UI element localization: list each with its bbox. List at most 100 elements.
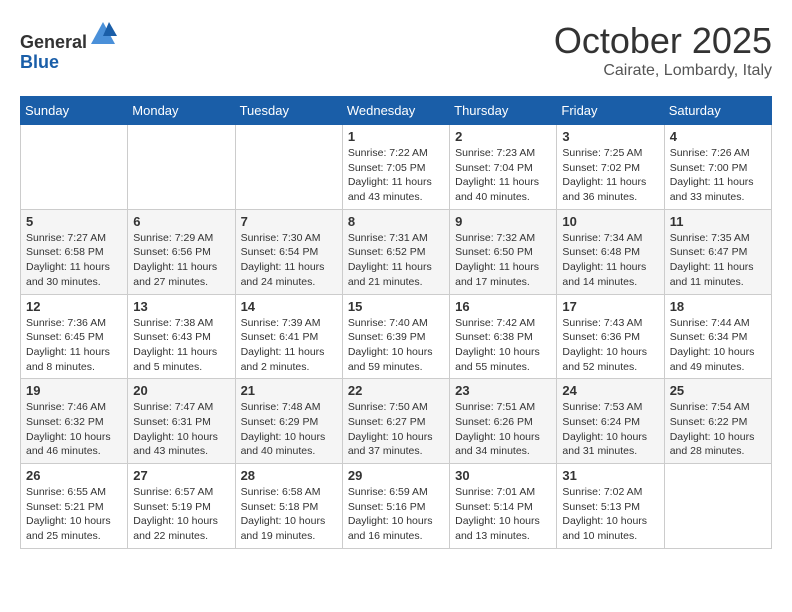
- day-number: 30: [455, 468, 551, 483]
- day-number: 19: [26, 383, 122, 398]
- day-info: Sunrise: 7:53 AM Sunset: 6:24 PM Dayligh…: [562, 400, 658, 459]
- calendar-week-row: 1 Sunrise: 7:22 AM Sunset: 7:05 PM Daylig…: [21, 125, 772, 210]
- day-info: Sunrise: 7:34 AM Sunset: 6:48 PM Dayligh…: [562, 231, 658, 290]
- calendar-weekday-header: Saturday: [664, 97, 771, 125]
- calendar-cell: 19 Sunrise: 7:46 AM Sunset: 6:32 PM Dayli…: [21, 379, 128, 464]
- calendar-cell: [128, 125, 235, 210]
- day-info: Sunrise: 6:59 AM Sunset: 5:16 PM Dayligh…: [348, 485, 444, 544]
- day-number: 4: [670, 129, 766, 144]
- day-number: 15: [348, 299, 444, 314]
- day-info: Sunrise: 7:42 AM Sunset: 6:38 PM Dayligh…: [455, 316, 551, 375]
- day-number: 25: [670, 383, 766, 398]
- calendar-cell: 20Sunrise: 7:47 AM Sunset: 6:31 PM Dayli…: [128, 379, 235, 464]
- calendar-table: SundayMondayTuesdayWednesdayThursdayFrid…: [20, 96, 772, 549]
- day-info: Sunrise: 7:01 AM Sunset: 5:14 PM Dayligh…: [455, 485, 551, 544]
- day-info: Sunrise: 7:22 AM Sunset: 7:05 PM Dayligh…: [348, 146, 444, 205]
- calendar-cell: [664, 464, 771, 549]
- calendar-cell: 24Sunrise: 7:53 AM Sunset: 6:24 PM Dayli…: [557, 379, 664, 464]
- day-number: 6: [133, 214, 229, 229]
- day-info: Sunrise: 7:35 AM Sunset: 6:47 PM Dayligh…: [670, 231, 766, 290]
- day-number: 28: [241, 468, 337, 483]
- day-number: 29: [348, 468, 444, 483]
- month-title: October 2025: [554, 20, 772, 62]
- day-info: Sunrise: 6:55 AM Sunset: 5:21 PM Dayligh…: [26, 485, 122, 544]
- calendar-cell: 29 Sunrise: 6:59 AM Sunset: 5:16 PM Dayli…: [342, 464, 449, 549]
- calendar-cell: 4 Sunrise: 7:26 AM Sunset: 7:00 PM Daylig…: [664, 125, 771, 210]
- day-number: 14: [241, 299, 337, 314]
- day-info: Sunrise: 7:44 AM Sunset: 6:34 PM Dayligh…: [670, 316, 766, 375]
- calendar-cell: 12 Sunrise: 7:36 AM Sunset: 6:45 PM Dayli…: [21, 294, 128, 379]
- calendar-cell: 7Sunrise: 7:30 AM Sunset: 6:54 PM Daylig…: [235, 209, 342, 294]
- calendar-weekday-header: Sunday: [21, 97, 128, 125]
- day-info: Sunrise: 7:51 AM Sunset: 6:26 PM Dayligh…: [455, 400, 551, 459]
- logo-general-text: General: [20, 32, 87, 52]
- day-number: 10: [562, 214, 658, 229]
- day-info: Sunrise: 7:43 AM Sunset: 6:36 PM Dayligh…: [562, 316, 658, 375]
- calendar-week-row: 5 Sunrise: 7:27 AM Sunset: 6:58 PM Daylig…: [21, 209, 772, 294]
- day-info: Sunrise: 7:36 AM Sunset: 6:45 PM Dayligh…: [26, 316, 122, 375]
- calendar-cell: [21, 125, 128, 210]
- calendar-cell: 8Sunrise: 7:31 AM Sunset: 6:52 PM Daylig…: [342, 209, 449, 294]
- day-info: Sunrise: 7:25 AM Sunset: 7:02 PM Dayligh…: [562, 146, 658, 205]
- day-number: 17: [562, 299, 658, 314]
- calendar-cell: 15 Sunrise: 7:40 AM Sunset: 6:39 PM Dayli…: [342, 294, 449, 379]
- day-number: 12: [26, 299, 122, 314]
- day-number: 27: [133, 468, 229, 483]
- calendar-cell: 21 Sunrise: 7:48 AM Sunset: 6:29 PM Dayli…: [235, 379, 342, 464]
- day-number: 11: [670, 214, 766, 229]
- calendar-week-row: 26 Sunrise: 6:55 AM Sunset: 5:21 PM Dayli…: [21, 464, 772, 549]
- day-number: 13: [133, 299, 229, 314]
- calendar-weekday-header: Monday: [128, 97, 235, 125]
- calendar-week-row: 12 Sunrise: 7:36 AM Sunset: 6:45 PM Dayli…: [21, 294, 772, 379]
- calendar-cell: 2Sunrise: 7:23 AM Sunset: 7:04 PM Daylig…: [450, 125, 557, 210]
- day-info: Sunrise: 6:57 AM Sunset: 5:19 PM Dayligh…: [133, 485, 229, 544]
- day-info: Sunrise: 7:39 AM Sunset: 6:41 PM Dayligh…: [241, 316, 337, 375]
- logo-icon: [89, 20, 117, 48]
- location-text: Cairate, Lombardy, Italy: [554, 62, 772, 80]
- day-number: 18: [670, 299, 766, 314]
- day-info: Sunrise: 7:30 AM Sunset: 6:54 PM Dayligh…: [241, 231, 337, 290]
- day-info: Sunrise: 7:23 AM Sunset: 7:04 PM Dayligh…: [455, 146, 551, 205]
- calendar-cell: 18 Sunrise: 7:44 AM Sunset: 6:34 PM Dayli…: [664, 294, 771, 379]
- day-info: Sunrise: 7:50 AM Sunset: 6:27 PM Dayligh…: [348, 400, 444, 459]
- calendar-cell: 11 Sunrise: 7:35 AM Sunset: 6:47 PM Dayli…: [664, 209, 771, 294]
- calendar-cell: 1 Sunrise: 7:22 AM Sunset: 7:05 PM Daylig…: [342, 125, 449, 210]
- day-number: 21: [241, 383, 337, 398]
- day-info: Sunrise: 7:54 AM Sunset: 6:22 PM Dayligh…: [670, 400, 766, 459]
- calendar-cell: 3 Sunrise: 7:25 AM Sunset: 7:02 PM Daylig…: [557, 125, 664, 210]
- calendar-cell: 17 Sunrise: 7:43 AM Sunset: 6:36 PM Dayli…: [557, 294, 664, 379]
- title-block: October 2025 Cairate, Lombardy, Italy: [554, 20, 772, 80]
- day-number: 23: [455, 383, 551, 398]
- day-number: 1: [348, 129, 444, 144]
- calendar-cell: 10 Sunrise: 7:34 AM Sunset: 6:48 PM Dayli…: [557, 209, 664, 294]
- calendar-cell: 23 Sunrise: 7:51 AM Sunset: 6:26 PM Dayli…: [450, 379, 557, 464]
- calendar-cell: 25 Sunrise: 7:54 AM Sunset: 6:22 PM Dayli…: [664, 379, 771, 464]
- calendar-cell: 13 Sunrise: 7:38 AM Sunset: 6:43 PM Dayli…: [128, 294, 235, 379]
- calendar-cell: 22Sunrise: 7:50 AM Sunset: 6:27 PM Dayli…: [342, 379, 449, 464]
- calendar-cell: 27 Sunrise: 6:57 AM Sunset: 5:19 PM Dayli…: [128, 464, 235, 549]
- page-header: General Blue October 2025 Cairate, Lomba…: [20, 20, 772, 80]
- calendar-cell: [235, 125, 342, 210]
- calendar-weekday-header: Tuesday: [235, 97, 342, 125]
- calendar-cell: 30 Sunrise: 7:01 AM Sunset: 5:14 PM Dayli…: [450, 464, 557, 549]
- calendar-cell: 6 Sunrise: 7:29 AM Sunset: 6:56 PM Daylig…: [128, 209, 235, 294]
- day-info: Sunrise: 6:58 AM Sunset: 5:18 PM Dayligh…: [241, 485, 337, 544]
- day-info: Sunrise: 7:40 AM Sunset: 6:39 PM Dayligh…: [348, 316, 444, 375]
- day-number: 5: [26, 214, 122, 229]
- calendar-weekday-header: Friday: [557, 97, 664, 125]
- day-number: 8: [348, 214, 444, 229]
- day-number: 3: [562, 129, 658, 144]
- day-number: 20: [133, 383, 229, 398]
- calendar-weekday-header: Thursday: [450, 97, 557, 125]
- day-info: Sunrise: 7:27 AM Sunset: 6:58 PM Dayligh…: [26, 231, 122, 290]
- day-info: Sunrise: 7:29 AM Sunset: 6:56 PM Dayligh…: [133, 231, 229, 290]
- logo: General Blue: [20, 20, 117, 73]
- day-info: Sunrise: 7:26 AM Sunset: 7:00 PM Dayligh…: [670, 146, 766, 205]
- day-number: 31: [562, 468, 658, 483]
- day-info: Sunrise: 7:38 AM Sunset: 6:43 PM Dayligh…: [133, 316, 229, 375]
- day-number: 26: [26, 468, 122, 483]
- day-info: Sunrise: 7:48 AM Sunset: 6:29 PM Dayligh…: [241, 400, 337, 459]
- day-number: 9: [455, 214, 551, 229]
- day-info: Sunrise: 7:46 AM Sunset: 6:32 PM Dayligh…: [26, 400, 122, 459]
- calendar-cell: 31Sunrise: 7:02 AM Sunset: 5:13 PM Dayli…: [557, 464, 664, 549]
